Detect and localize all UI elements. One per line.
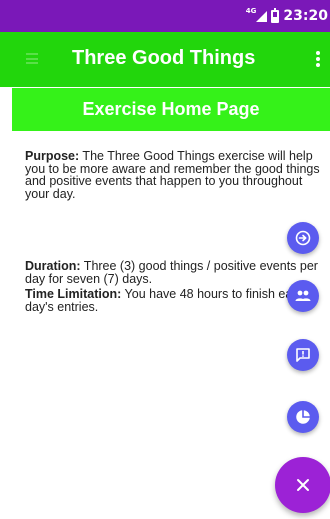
status-icons: 4G 23:20 <box>246 7 328 25</box>
fab-action-next[interactable] <box>287 222 319 254</box>
pie-chart-icon <box>296 410 310 424</box>
arrow-circle-right-icon <box>295 230 311 246</box>
feedback-icon <box>296 348 310 362</box>
fab-action-feedback[interactable] <box>287 339 319 371</box>
signal-icon <box>256 10 268 22</box>
status-time: 23:20 <box>283 8 328 24</box>
people-icon <box>295 290 311 301</box>
status-bar: 4G 23:20 <box>0 0 330 32</box>
network-type-label: 4G <box>245 7 257 15</box>
close-icon <box>297 479 309 491</box>
fab-action-people[interactable] <box>287 280 319 312</box>
purpose-paragraph: Purpose: The Three Good Things exercise … <box>25 150 325 200</box>
hamburger-icon[interactable] <box>26 53 38 64</box>
duration-paragraph: Duration: Three (3) good things / positi… <box>25 260 325 285</box>
more-vert-icon[interactable] <box>316 51 320 67</box>
time-limitation-paragraph: Time Limitation: You have 48 hours to fi… <box>25 288 325 313</box>
page-header: Exercise Home Page <box>12 88 330 131</box>
battery-icon <box>271 7 280 23</box>
fab-action-statistics[interactable] <box>287 401 319 433</box>
fab-close-button[interactable] <box>275 457 330 513</box>
app-title: Three Good Things <box>72 47 256 69</box>
app-bar: Three Good Things <box>0 32 330 87</box>
